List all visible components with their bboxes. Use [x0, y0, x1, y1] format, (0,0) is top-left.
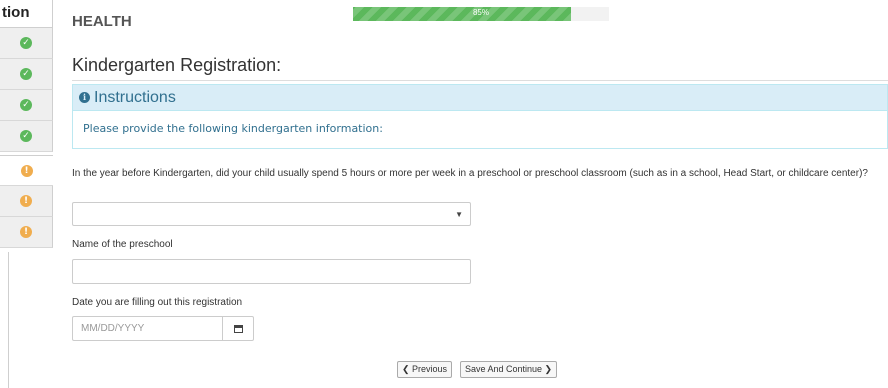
check-circle-icon: ✓	[20, 130, 32, 142]
info-circle-icon: i	[79, 92, 90, 103]
instructions-panel: i Instructions Please provide the follow…	[72, 84, 888, 149]
exclamation-circle-icon: !	[20, 164, 33, 177]
exclamation-circle-icon: !	[20, 226, 32, 238]
caret-down-icon: ▼	[455, 210, 463, 219]
instructions-header: i Instructions	[73, 85, 887, 111]
date-input[interactable]: MM/DD/YYYY	[72, 316, 223, 341]
save-and-continue-button[interactable]: Save And Continue ❯	[460, 361, 558, 378]
page-title: Kindergarten Registration:	[72, 55, 282, 75]
preschool-select[interactable]: ▼	[72, 202, 471, 226]
progress-text: 85%	[472, 8, 489, 17]
calendar-button[interactable]	[222, 316, 254, 341]
sidebar-step-5-current[interactable]: !	[0, 155, 53, 186]
sidebar-step-7[interactable]: !	[0, 217, 53, 248]
sidebar-title: tion	[0, 0, 53, 28]
sidebar-step-4[interactable]: ✓	[0, 121, 53, 152]
instructions-text: Please provide the following kindergarte…	[83, 122, 383, 135]
previous-button[interactable]: ❮ Previous	[397, 361, 453, 378]
date-label: Date you are filling out this registrati…	[72, 297, 243, 308]
preschool-name-label: Name of the preschool	[72, 239, 173, 250]
step-sidebar: tion ✓ ✓ ✓ ✓ ! ! !	[0, 0, 53, 388]
check-circle-icon: ✓	[20, 68, 32, 80]
calendar-icon	[233, 324, 243, 333]
sidebar-step-6[interactable]: !	[0, 186, 53, 217]
sidebar-step-1[interactable]: ✓	[0, 28, 53, 59]
progress-bar: 85%	[353, 7, 609, 21]
check-circle-icon: ✓	[20, 37, 32, 49]
preschool-question-label: In the year before Kindergarten, did you…	[72, 168, 868, 179]
preschool-name-input[interactable]	[72, 259, 471, 284]
check-circle-icon: ✓	[20, 99, 32, 111]
exclamation-circle-icon: !	[20, 195, 32, 207]
sidebar-divider	[8, 252, 9, 388]
instructions-title: Instructions	[94, 88, 176, 106]
section-title: HEALTH	[72, 13, 132, 30]
sidebar-step-2[interactable]: ✓	[0, 59, 53, 90]
sidebar-step-3[interactable]: ✓	[0, 90, 53, 121]
title-divider	[72, 80, 888, 81]
